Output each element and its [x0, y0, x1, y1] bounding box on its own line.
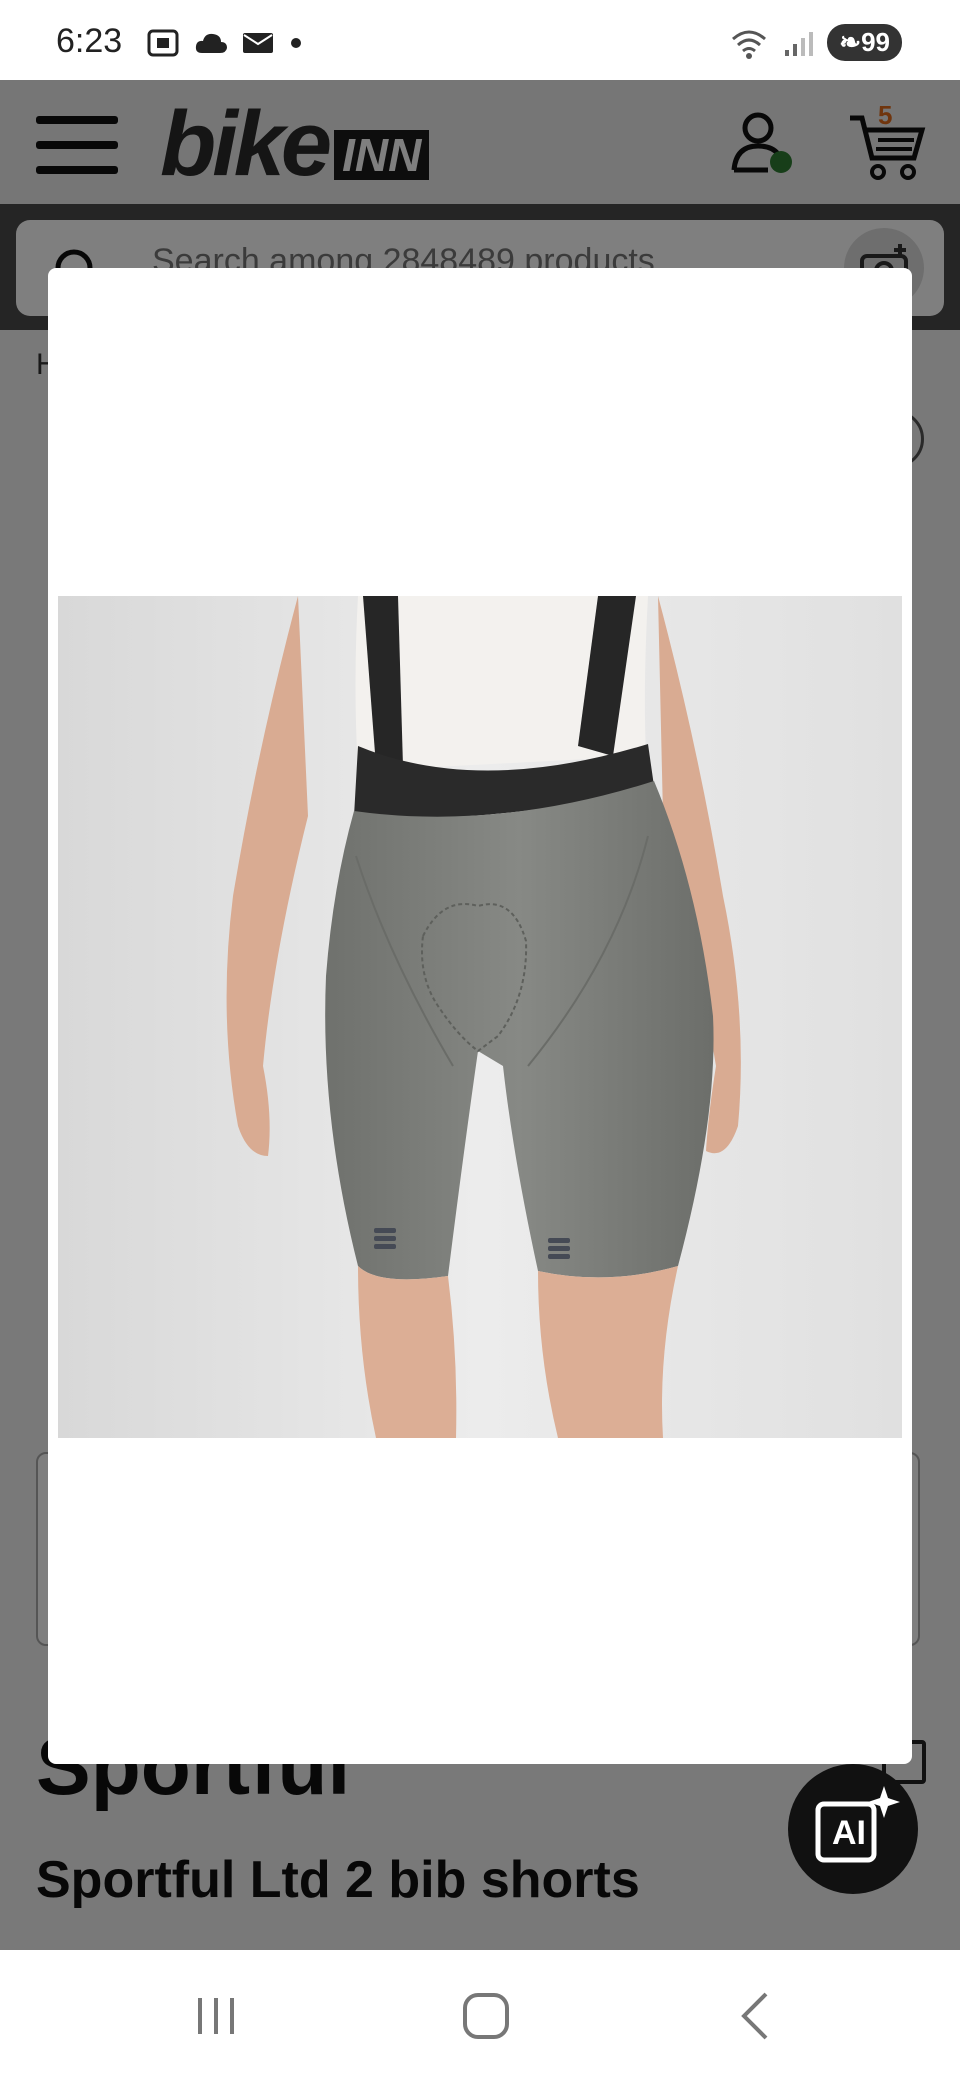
system-nav-bar [0, 1950, 960, 2080]
leaf-icon: ❧ [839, 27, 862, 57]
status-icons-left [146, 28, 304, 58]
back-icon[interactable] [726, 1986, 786, 2046]
signal-icon [785, 31, 814, 56]
recent-apps-icon[interactable] [186, 1986, 246, 2046]
dot-icon [291, 38, 301, 48]
battery-level: 99 [861, 27, 890, 57]
battery-indicator: ❧99 [827, 24, 902, 61]
wifi-icon [732, 30, 767, 59]
bib-shorts-illustration [58, 596, 902, 1438]
status-bar: 6:23 ❧99 [0, 0, 960, 80]
product-image[interactable] [58, 596, 902, 1438]
screenshot-icon [147, 29, 179, 57]
ai-label: AI [832, 1814, 866, 1852]
image-modal [48, 268, 912, 1764]
status-time: 6:23 [56, 22, 123, 60]
status-icons-right: ❧99 [729, 24, 902, 61]
cloud-icon [195, 33, 227, 53]
home-icon[interactable] [456, 1986, 516, 2046]
ai-assistant-button[interactable]: AI [788, 1764, 918, 1894]
mail-icon [243, 33, 273, 53]
